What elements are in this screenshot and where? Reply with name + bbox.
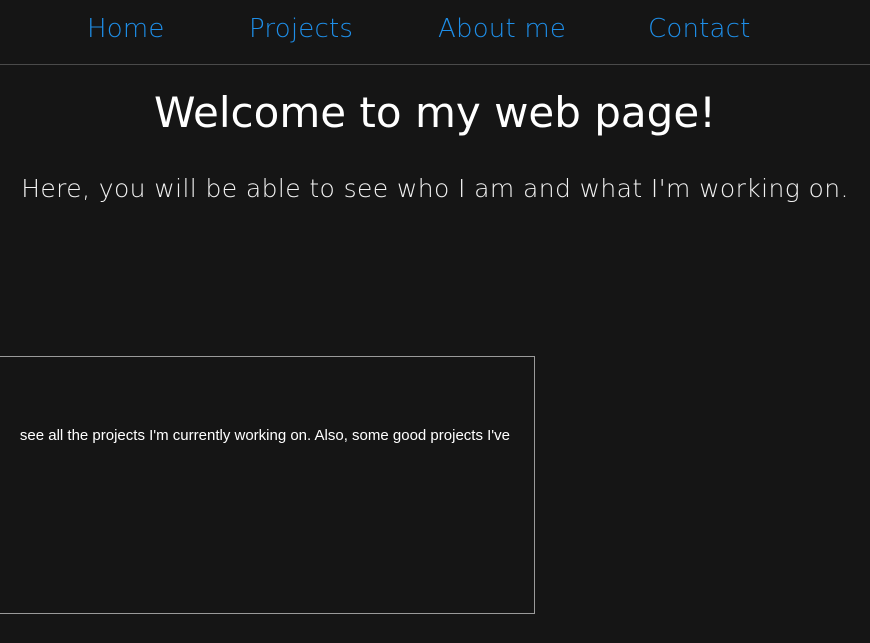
projects-card: see all the projects I'm currently worki… [0, 356, 535, 614]
top-navigation: Home Projects About me Contact [0, 0, 870, 65]
nav-link-contact[interactable]: Contact [648, 14, 751, 44]
page-title: Welcome to my web page! [153, 88, 717, 137]
page-subtitle: Here, you will be able to see who I am a… [21, 174, 849, 203]
nav-link-about-me[interactable]: About me [438, 14, 566, 44]
nav-link-projects[interactable]: Projects [249, 14, 353, 44]
nav-link-home[interactable]: Home [87, 14, 165, 44]
projects-card-text: see all the projects I'm currently worki… [19, 427, 510, 444]
